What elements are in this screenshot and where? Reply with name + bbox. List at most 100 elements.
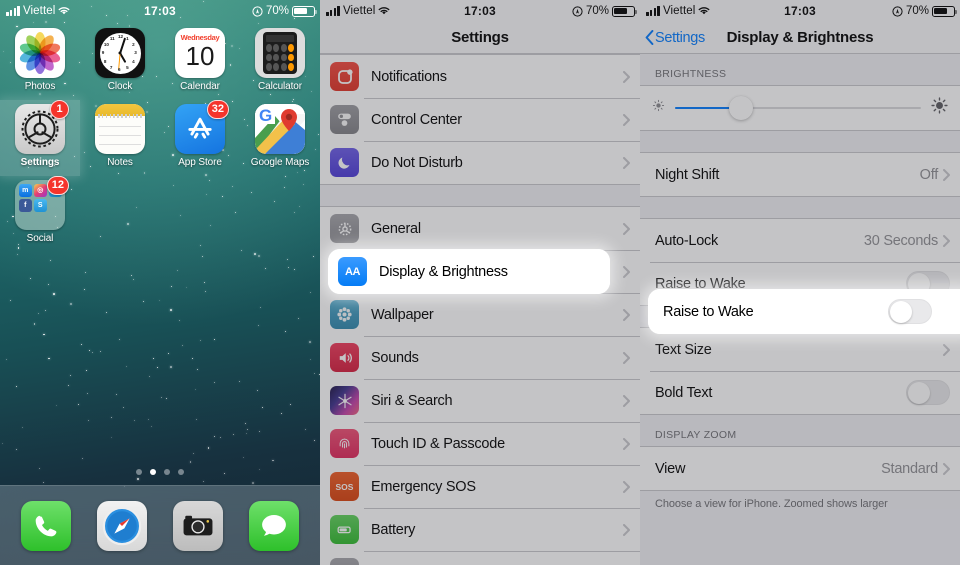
page-dot-4[interactable] xyxy=(178,469,184,475)
control-center-icon xyxy=(330,105,359,134)
siri-icon xyxy=(330,386,359,415)
svg-text:G: G xyxy=(259,106,272,125)
settings-row-emergency-sos[interactable]: SOS Emergency SOS xyxy=(320,465,640,508)
google-maps-icon: G xyxy=(255,104,305,154)
display-aa-icon: AA xyxy=(338,257,367,286)
app-label-calculator: Calculator xyxy=(257,81,303,92)
row-raise-to-wake[interactable]: Raise to Wake xyxy=(648,289,960,334)
page-title: Display & Brightness xyxy=(726,29,874,46)
toggle-bold-text[interactable] xyxy=(906,380,950,405)
chevron-right-icon xyxy=(623,523,630,536)
app-icon-settings[interactable]: 1 Settings xyxy=(0,100,80,176)
settings-row-display-brightness[interactable]: AA Display & Brightness xyxy=(328,249,610,294)
row-view[interactable]: View Standard xyxy=(640,447,960,490)
row-auto-lock[interactable]: Auto-Lock 30 Seconds xyxy=(640,219,960,262)
app-icon-photos[interactable]: Photos xyxy=(0,24,80,100)
page-title: Settings xyxy=(451,29,509,46)
camera-icon[interactable] xyxy=(173,500,223,551)
sun-large-icon xyxy=(930,96,949,120)
row-label-night-shift: Night Shift xyxy=(655,166,720,183)
app-icon-calculator[interactable]: Calculator xyxy=(240,24,320,100)
calculator-icon xyxy=(255,28,305,78)
app-icon-calendar[interactable]: Wednesday 10 Calendar xyxy=(160,24,240,100)
notes-icon xyxy=(95,104,145,154)
settings-row-battery[interactable]: Battery xyxy=(320,508,640,551)
settings-row-sounds[interactable]: Sounds xyxy=(320,336,640,379)
wallpaper-icon xyxy=(330,300,359,329)
chevron-right-icon xyxy=(623,70,630,83)
settings-row-notifications[interactable]: Notifications xyxy=(320,55,640,98)
privacy-hand-icon xyxy=(330,558,359,565)
app-label-social: Social xyxy=(26,233,54,244)
safari-compass-icon[interactable] xyxy=(97,500,147,551)
settings-row-wallpaper[interactable]: Wallpaper xyxy=(320,293,640,336)
chevron-right-icon xyxy=(623,394,630,407)
settings-row-privacy[interactable]: Privacy xyxy=(320,551,640,565)
row-label-view: View xyxy=(655,460,686,477)
row-night-shift[interactable]: Night Shift Off xyxy=(640,153,960,196)
section-footer-display-zoom: Choose a view for iPhone. Zoomed shows l… xyxy=(655,498,888,510)
settings-row-label: Wallpaper xyxy=(371,306,434,323)
row-text-size[interactable]: Text Size xyxy=(640,328,960,371)
badge-settings: 1 xyxy=(50,100,69,119)
row-bold-text[interactable]: Bold Text xyxy=(640,371,960,414)
app-row-2: 1 Settings Notes 32 App Store G Google M… xyxy=(0,100,320,176)
sos-glyph: SOS xyxy=(335,481,354,492)
badge-social: 12 xyxy=(46,176,69,195)
page-dots[interactable] xyxy=(0,469,320,475)
row-label-auto-lock: Auto-Lock xyxy=(655,232,719,249)
sun-small-icon xyxy=(651,98,666,118)
list-gap xyxy=(640,131,960,152)
page-dot-1[interactable] xyxy=(136,469,142,475)
settings-row-do-not-disturb[interactable]: Do Not Disturb xyxy=(320,141,640,184)
phone-icon[interactable] xyxy=(21,500,71,551)
badge-app-store: 32 xyxy=(206,100,229,119)
app-folder-social[interactable]: 12 m ◎ s f S Social xyxy=(0,176,80,252)
status-bar-home: Viettel 17:03 70% xyxy=(0,0,320,22)
app-icon-clock[interactable]: 1 2 3 4 5 6 7 8 9 10 11 12 Clock xyxy=(80,24,160,100)
aa-glyph: AA xyxy=(345,265,360,278)
chevron-right-icon xyxy=(623,113,630,126)
row-value-auto-lock: 30 Seconds xyxy=(863,232,938,249)
touch-id-icon xyxy=(330,429,359,458)
settings-row-label: Control Center xyxy=(371,111,462,128)
callout-raise-to-wake[interactable]: Raise to Wake xyxy=(648,289,960,334)
brightness-slider-track[interactable] xyxy=(675,96,921,120)
row-label-raise-to-wake: Raise to Wake xyxy=(663,303,754,320)
battery-percent-label: 70% xyxy=(265,5,289,17)
status-bar-display: Viettel 17:03 70% xyxy=(640,0,960,22)
calendar-icon: Wednesday 10 xyxy=(175,28,225,78)
chevron-right-icon xyxy=(623,265,630,278)
app-row-3: 12 m ◎ s f S Social xyxy=(0,176,320,252)
settings-row-control-center[interactable]: Control Center xyxy=(320,98,640,141)
settings-row-label: Notifications xyxy=(371,68,447,85)
emergency-sos-icon: SOS xyxy=(330,472,359,501)
brightness-slider-knob[interactable] xyxy=(729,96,754,120)
messages-bubble-icon[interactable] xyxy=(249,500,299,551)
app-icon-app-store[interactable]: 32 App Store xyxy=(160,100,240,176)
chevron-right-icon xyxy=(943,234,950,247)
settings-list[interactable]: Notifications Control Center Do Not Dist… xyxy=(320,54,640,565)
brightness-slider-row[interactable] xyxy=(640,86,960,130)
page-dot-2[interactable] xyxy=(150,469,156,475)
toggle-raise-to-wake[interactable] xyxy=(888,299,932,324)
chevron-left-icon xyxy=(645,30,654,45)
status-right-group: 70% xyxy=(252,5,318,17)
callout-display-brightness[interactable]: AA Display & Brightness xyxy=(328,249,610,294)
battery-green-icon xyxy=(330,515,359,544)
battery-icon xyxy=(292,5,318,17)
back-button-settings[interactable]: Settings xyxy=(645,30,705,46)
section-header-display-zoom: DISPLAY ZOOM xyxy=(655,429,737,441)
battery-percent-label: 70% xyxy=(905,5,929,17)
battery-icon xyxy=(612,5,638,17)
back-button-label: Settings xyxy=(655,29,705,46)
settings-row-siri-search[interactable]: Siri & Search xyxy=(320,379,640,422)
settings-row-general[interactable]: General xyxy=(320,207,640,250)
page-dot-3[interactable] xyxy=(164,469,170,475)
settings-row-touch-id-passcode[interactable]: Touch ID & Passcode xyxy=(320,422,640,465)
app-icon-notes[interactable]: Notes xyxy=(80,100,160,176)
app-label-calendar: Calendar xyxy=(180,81,220,92)
row-value-view: Standard xyxy=(881,460,938,477)
app-icon-google-maps[interactable]: G Google Maps xyxy=(240,100,320,176)
app-label-google-maps: Google Maps xyxy=(250,157,310,168)
